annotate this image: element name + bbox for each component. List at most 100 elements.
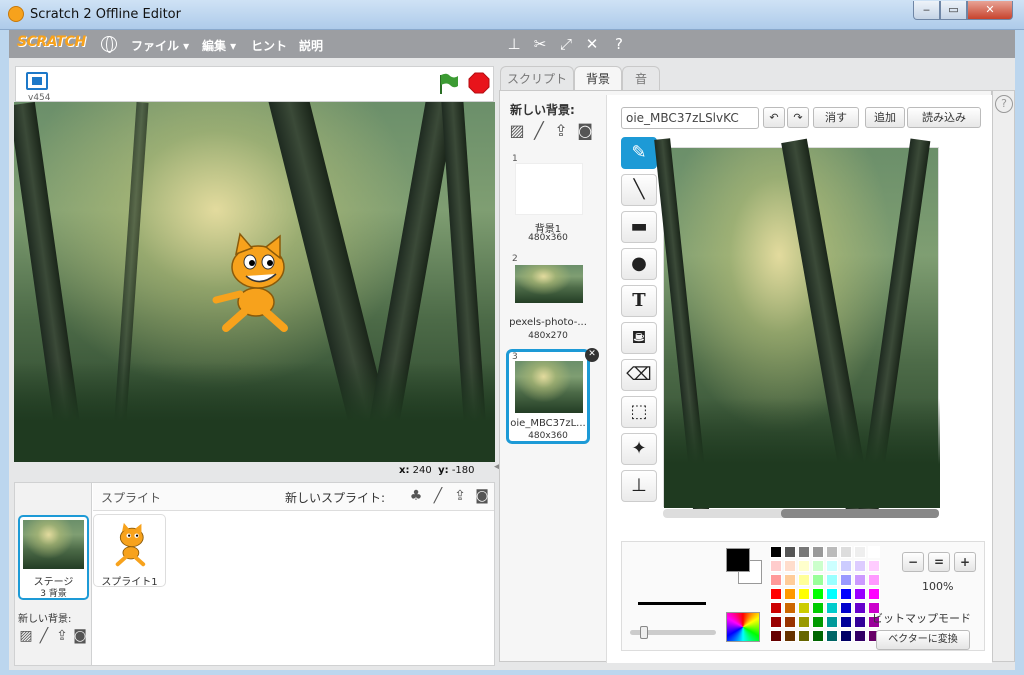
sprite-card[interactable]: スプライト1 — [93, 514, 166, 588]
menu-hint[interactable]: ヒント — [251, 37, 287, 54]
fill-bucket-icon[interactable]: ⛾ — [621, 322, 657, 354]
color-swatch[interactable] — [812, 574, 824, 586]
color-swatch[interactable] — [784, 602, 796, 614]
color-swatch[interactable] — [812, 560, 824, 572]
color-swatch[interactable] — [840, 588, 852, 600]
brush-size-slider[interactable] — [630, 626, 716, 639]
canvas-scrollbar[interactable] — [663, 509, 939, 518]
color-swatch[interactable] — [798, 630, 810, 642]
stamp-tool-icon[interactable]: ⊥ — [621, 470, 657, 502]
color-swatch[interactable] — [840, 574, 852, 586]
brush-tool-icon[interactable]: ✎ — [621, 137, 657, 169]
menu-help[interactable]: 説明 — [299, 37, 323, 54]
color-swatch[interactable] — [840, 602, 852, 614]
select-tool-icon[interactable]: ⬚ — [621, 396, 657, 428]
color-swatch[interactable] — [770, 616, 782, 628]
tab-backdrops[interactable]: 背景 — [574, 66, 622, 92]
menu-edit[interactable]: 編集 ▾ — [202, 37, 236, 54]
duplicate-stamp-icon[interactable]: ⊥ — [505, 35, 523, 53]
zoom-in-icon[interactable]: + — [954, 552, 976, 572]
color-swatch[interactable] — [770, 602, 782, 614]
color-swatch[interactable] — [868, 546, 880, 558]
upload-backdrop-icon[interactable]: ⇪ — [552, 123, 570, 139]
help-question-icon[interactable]: ? — [995, 95, 1013, 113]
color-swatch[interactable] — [812, 588, 824, 600]
color-swatch[interactable] — [812, 546, 824, 558]
line-tool-icon[interactable]: ╲ — [621, 174, 657, 206]
paint-backdrop-icon[interactable]: ╱ — [35, 628, 53, 644]
grow-icon[interactable]: ⤢ — [557, 35, 575, 53]
camera-backdrop-icon[interactable]: ◙ — [71, 628, 89, 644]
color-swatch[interactable] — [784, 588, 796, 600]
color-swatch[interactable] — [840, 546, 852, 558]
color-swatch[interactable] — [854, 602, 866, 614]
convert-to-vector-button[interactable]: ベクターに変換 — [876, 630, 970, 650]
text-tool-icon[interactable]: T — [621, 285, 657, 317]
color-swatch[interactable] — [840, 616, 852, 628]
camera-sprite-icon[interactable]: ◙ — [473, 488, 491, 504]
color-swatch[interactable] — [826, 616, 838, 628]
ellipse-tool-icon[interactable]: ● — [621, 248, 657, 280]
import-button[interactable]: 読み込み — [907, 107, 981, 128]
color-swatch[interactable] — [784, 546, 796, 558]
redo-icon[interactable]: ↷ — [787, 107, 809, 128]
color-swatch[interactable] — [854, 574, 866, 586]
color-swatch[interactable] — [868, 588, 880, 600]
backdrop-library-icon[interactable]: ▨ — [17, 628, 35, 644]
color-swatch[interactable] — [798, 602, 810, 614]
zoom-reset-icon[interactable]: = — [928, 552, 950, 572]
backdrop-item[interactable]: 1 背景1 480x360 — [506, 151, 590, 246]
close-button[interactable]: ✕ — [967, 1, 1013, 20]
color-swatch[interactable] — [770, 574, 782, 586]
canvas-scroll-thumb[interactable] — [781, 509, 939, 518]
color-swatch[interactable] — [854, 546, 866, 558]
color-swatch[interactable] — [840, 560, 852, 572]
color-swatch[interactable] — [770, 560, 782, 572]
color-swatch[interactable] — [784, 630, 796, 642]
color-swatch[interactable] — [784, 616, 796, 628]
add-button[interactable]: 追加 — [865, 107, 905, 128]
delete-backdrop-icon[interactable]: ✕ — [585, 348, 599, 362]
undo-icon[interactable]: ↶ — [763, 107, 785, 128]
color-swatch[interactable] — [770, 630, 782, 642]
maximize-button[interactable]: ▭ — [940, 1, 967, 20]
color-swatch[interactable] — [854, 588, 866, 600]
color-swatch[interactable] — [854, 560, 866, 572]
stage-canvas[interactable] — [14, 102, 495, 462]
rectangle-tool-icon[interactable]: ▬ — [621, 211, 657, 243]
zoom-out-icon[interactable]: − — [902, 552, 924, 572]
color-swatch[interactable] — [826, 560, 838, 572]
color-swatch[interactable] — [812, 602, 824, 614]
clear-button[interactable]: 消す — [813, 107, 859, 128]
backdrop-name-input[interactable] — [621, 107, 759, 129]
backdrop-item-selected[interactable]: 3 oie_MBC37zL... 480x360 ✕ — [506, 348, 599, 444]
color-swatch[interactable] — [784, 560, 796, 572]
color-swatch[interactable] — [798, 588, 810, 600]
backdrop-library-icon[interactable]: ▨ — [508, 123, 526, 139]
upload-backdrop-icon[interactable]: ⇪ — [53, 628, 71, 644]
delete-scissors-icon[interactable]: ✂ — [531, 35, 549, 53]
backdrop-item[interactable]: 2 pexels-photo-... 480x270 — [506, 251, 590, 346]
language-globe-icon[interactable] — [101, 36, 117, 53]
eraser-tool-icon[interactable]: ⌫ — [621, 359, 657, 391]
color-swatch[interactable] — [868, 574, 880, 586]
color-swatch[interactable] — [840, 630, 852, 642]
sprite-library-icon[interactable]: ♣ — [407, 488, 425, 504]
color-swatch[interactable] — [854, 630, 866, 642]
presentation-mode-icon[interactable] — [26, 72, 48, 90]
color-swatch[interactable] — [770, 546, 782, 558]
color-swatch[interactable] — [854, 616, 866, 628]
paint-canvas[interactable] — [654, 138, 940, 518]
color-swatch[interactable] — [826, 574, 838, 586]
color-swatch[interactable] — [798, 560, 810, 572]
color-swatch[interactable] — [798, 546, 810, 558]
shrink-icon[interactable]: ✕ — [583, 35, 601, 53]
color-swatch[interactable] — [812, 616, 824, 628]
paint-backdrop-icon[interactable]: ╱ — [530, 123, 548, 139]
color-swatch[interactable] — [812, 630, 824, 642]
green-flag-icon[interactable] — [436, 72, 460, 96]
help-question-icon[interactable]: ? — [610, 35, 628, 53]
color-swatch[interactable] — [826, 588, 838, 600]
minimize-button[interactable]: ‒ — [913, 1, 940, 20]
color-swatch[interactable] — [770, 588, 782, 600]
